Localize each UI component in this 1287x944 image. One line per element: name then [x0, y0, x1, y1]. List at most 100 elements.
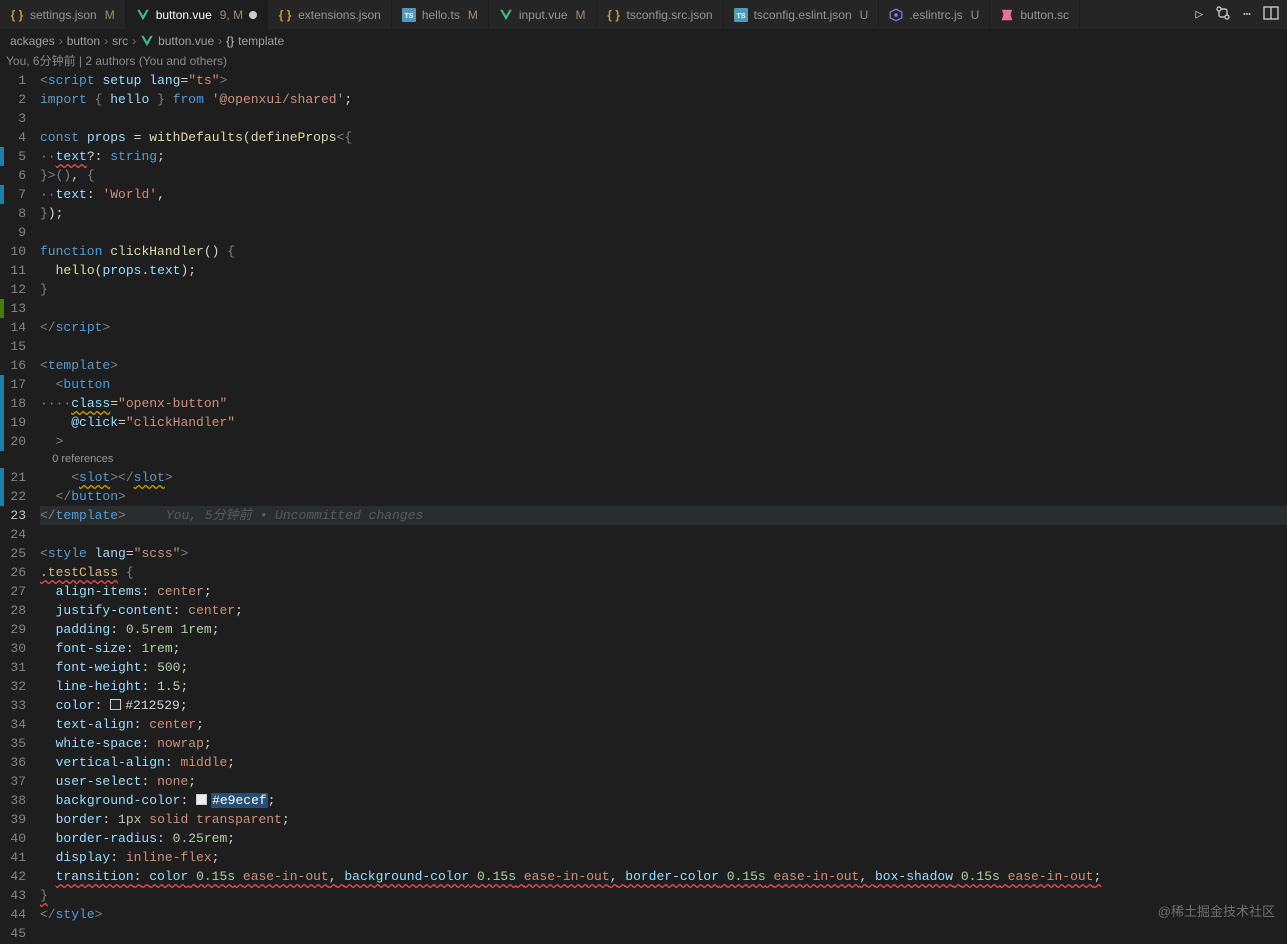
- line-number[interactable]: 15: [4, 337, 26, 356]
- code-line[interactable]: const props = withDefaults(defineProps<{: [40, 128, 1287, 147]
- code-line[interactable]: import { hello } from '@openxui/shared';: [40, 90, 1287, 109]
- line-number[interactable]: 20: [4, 432, 26, 451]
- line-number[interactable]: 42: [4, 867, 26, 886]
- code-line[interactable]: <script setup lang="ts">: [40, 71, 1287, 90]
- line-number[interactable]: 14: [4, 318, 26, 337]
- codelens[interactable]: 0 references: [40, 451, 1287, 468]
- line-number[interactable]: 34: [4, 715, 26, 734]
- code-line[interactable]: hello(props.text);: [40, 261, 1287, 280]
- run-icon[interactable]: ▷: [1195, 7, 1203, 22]
- code-line[interactable]: }: [40, 886, 1287, 905]
- code-line[interactable]: [40, 924, 1287, 943]
- line-number[interactable]: 40: [4, 829, 26, 848]
- code-line[interactable]: border: 1px solid transparent;: [40, 810, 1287, 829]
- code-line[interactable]: vertical-align: middle;: [40, 753, 1287, 772]
- tab-extensions-json[interactable]: { }extensions.json: [268, 0, 392, 29]
- code-line[interactable]: ··text?: string;: [40, 147, 1287, 166]
- code-line[interactable]: <template>: [40, 356, 1287, 375]
- line-number[interactable]: 2: [4, 90, 26, 109]
- line-number[interactable]: 31: [4, 658, 26, 677]
- code-line[interactable]: </button>: [40, 487, 1287, 506]
- code-line[interactable]: });: [40, 204, 1287, 223]
- line-number[interactable]: 13: [4, 299, 26, 318]
- code-line[interactable]: <button: [40, 375, 1287, 394]
- code-area[interactable]: <script setup lang="ts">import { hello }…: [32, 71, 1287, 943]
- code-line[interactable]: function clickHandler() {: [40, 242, 1287, 261]
- line-number[interactable]: 36: [4, 753, 26, 772]
- code-line[interactable]: <style lang="scss">: [40, 544, 1287, 563]
- line-number[interactable]: 4: [4, 128, 26, 147]
- line-number[interactable]: 9: [4, 223, 26, 242]
- code-line[interactable]: text-align: center;: [40, 715, 1287, 734]
- line-number[interactable]: 16: [4, 356, 26, 375]
- code-line[interactable]: }>(), {: [40, 166, 1287, 185]
- line-number[interactable]: 5: [4, 147, 26, 166]
- line-number[interactable]: 24: [4, 525, 26, 544]
- code-line[interactable]: transition: color 0.15s ease-in-out, bac…: [40, 867, 1287, 886]
- line-number[interactable]: 45: [4, 924, 26, 943]
- code-line[interactable]: justify-content: center;: [40, 601, 1287, 620]
- code-line[interactable]: </script>: [40, 318, 1287, 337]
- code-line[interactable]: ····class="openx-button": [40, 394, 1287, 413]
- line-number[interactable]: 23: [4, 506, 26, 525]
- line-number[interactable]: 41: [4, 848, 26, 867]
- code-line[interactable]: user-select: none;: [40, 772, 1287, 791]
- compare-icon[interactable]: [1215, 5, 1231, 25]
- tab-button-sc[interactable]: button.sc: [990, 0, 1080, 29]
- breadcrumb-part[interactable]: src: [112, 34, 128, 48]
- code-line[interactable]: [40, 109, 1287, 128]
- code-line[interactable]: [40, 299, 1287, 318]
- code-line[interactable]: align-items: center;: [40, 582, 1287, 601]
- code-line[interactable]: padding: 0.5rem 1rem;: [40, 620, 1287, 639]
- line-number[interactable]: 28: [4, 601, 26, 620]
- code-editor[interactable]: 1234567891011121314151617181920212223242…: [0, 71, 1287, 943]
- code-line[interactable]: >: [40, 432, 1287, 451]
- line-number[interactable]: 30: [4, 639, 26, 658]
- line-number[interactable]: 3: [4, 109, 26, 128]
- line-number[interactable]: 32: [4, 677, 26, 696]
- breadcrumb[interactable]: ackages › button › src › button.vue › {}…: [0, 30, 1287, 52]
- git-blame-header[interactable]: You, 6分钟前 | 2 authors (You and others): [0, 52, 1287, 71]
- line-number[interactable]: 22: [4, 487, 26, 506]
- line-number[interactable]: 37: [4, 772, 26, 791]
- tab-settings-json[interactable]: { }settings.jsonM: [0, 0, 126, 29]
- line-number[interactable]: 29: [4, 620, 26, 639]
- line-number[interactable]: 25: [4, 544, 26, 563]
- line-number[interactable]: 18: [4, 394, 26, 413]
- split-icon[interactable]: [1263, 5, 1279, 25]
- line-number[interactable]: 43: [4, 886, 26, 905]
- code-line[interactable]: .testClass {: [40, 563, 1287, 582]
- breadcrumb-part[interactable]: ackages: [10, 34, 55, 48]
- tab-tsconfig-src-json[interactable]: { }tsconfig.src.json: [597, 0, 724, 29]
- line-number-gutter[interactable]: 1234567891011121314151617181920212223242…: [4, 71, 32, 943]
- code-line[interactable]: [40, 337, 1287, 356]
- line-number[interactable]: 26: [4, 563, 26, 582]
- line-number[interactable]: 1: [4, 71, 26, 90]
- code-line[interactable]: <slot></slot>: [40, 468, 1287, 487]
- breadcrumb-symbol[interactable]: template: [238, 34, 284, 48]
- line-number[interactable]: 27: [4, 582, 26, 601]
- tab-input-vue[interactable]: input.vueM: [489, 0, 597, 29]
- breadcrumb-part[interactable]: button: [67, 34, 100, 48]
- code-line[interactable]: [40, 525, 1287, 544]
- code-line[interactable]: [40, 223, 1287, 242]
- tab-tsconfig-eslint-json[interactable]: TStsconfig.eslint.jsonU: [724, 0, 880, 29]
- line-number[interactable]: 6: [4, 166, 26, 185]
- code-line[interactable]: font-weight: 500;: [40, 658, 1287, 677]
- code-line[interactable]: white-space: nowrap;: [40, 734, 1287, 753]
- line-number[interactable]: 35: [4, 734, 26, 753]
- line-number[interactable]: 17: [4, 375, 26, 394]
- line-number[interactable]: 12: [4, 280, 26, 299]
- code-line[interactable]: </template>You, 5分钟前 • Uncommitted chang…: [40, 506, 1287, 525]
- code-line[interactable]: border-radius: 0.25rem;: [40, 829, 1287, 848]
- line-number[interactable]: 10: [4, 242, 26, 261]
- code-line[interactable]: display: inline-flex;: [40, 848, 1287, 867]
- line-number[interactable]: 38: [4, 791, 26, 810]
- line-number[interactable]: 19: [4, 413, 26, 432]
- tab-hello-ts[interactable]: TShello.tsM: [392, 0, 489, 29]
- code-line[interactable]: }: [40, 280, 1287, 299]
- tab-button-vue[interactable]: button.vue9, M: [126, 0, 268, 29]
- code-line[interactable]: </style>: [40, 905, 1287, 924]
- breadcrumb-file[interactable]: button.vue: [158, 34, 214, 48]
- code-line[interactable]: line-height: 1.5;: [40, 677, 1287, 696]
